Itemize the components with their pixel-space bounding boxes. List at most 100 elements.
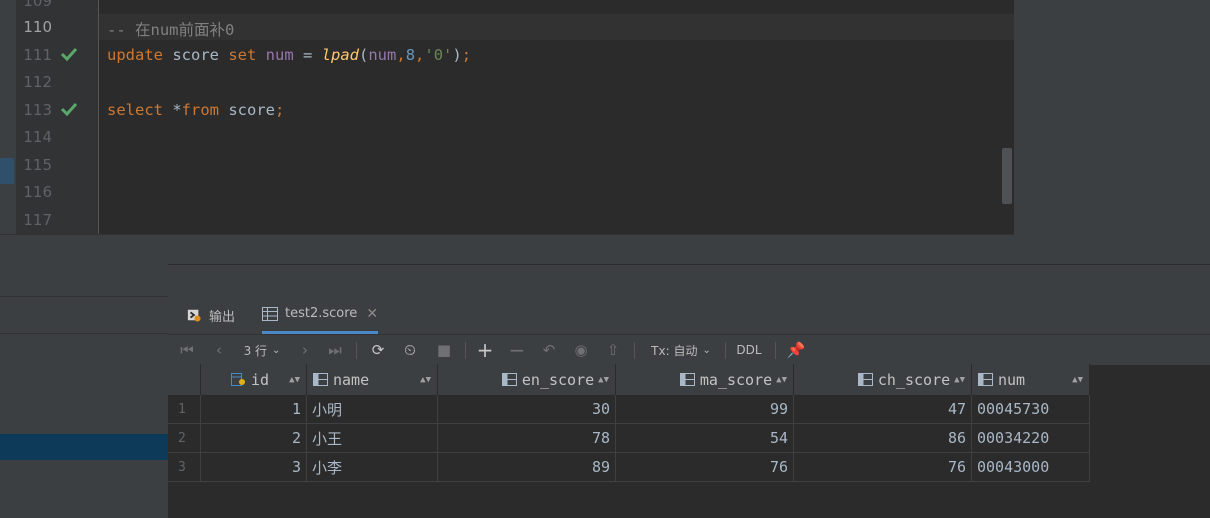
separator: [356, 342, 357, 359]
cell-num[interactable]: 00034220: [971, 423, 1090, 453]
code-line-update: update score set num = lpad(num,8,'0');: [107, 46, 472, 64]
rows-count-dropdown[interactable]: 3 行 ⌄: [238, 335, 286, 365]
line-number: 113: [23, 101, 52, 119]
row-number-header: [168, 364, 201, 395]
separator: [775, 342, 776, 359]
separator: [725, 342, 726, 359]
transaction-mode-dropdown[interactable]: Tx: 自动 ⌄: [646, 335, 716, 365]
cell-num[interactable]: 00045730: [971, 395, 1090, 424]
sql-editor[interactable]: 109 110 111 112 113 114 115 116 117 -- 在…: [0, 0, 1014, 240]
current-line-highlight: [99, 14, 1014, 40]
refresh-icon[interactable]: ⟳: [367, 335, 389, 365]
table-row[interactable]: 2 2 小王 78 54 86 00034220: [168, 423, 1090, 453]
line-number: 115: [23, 156, 52, 174]
cell-en-score[interactable]: 30: [437, 395, 616, 424]
separator: [465, 342, 466, 359]
tab-output[interactable]: 输出: [186, 296, 235, 334]
right-side-panel: [1014, 0, 1210, 264]
cell-id[interactable]: 2: [200, 423, 307, 453]
column-header-ch-score[interactable]: ch_score ▲▼: [793, 364, 972, 395]
column-label: en_score: [521, 370, 595, 389]
bottom-left-panel: [0, 264, 168, 518]
tab-test2-score[interactable]: test2.score ✕: [262, 296, 379, 334]
cell-id[interactable]: 3: [200, 452, 307, 482]
cell-en-score[interactable]: 78: [437, 423, 616, 453]
line-number: 109: [23, 0, 52, 10]
results-tabs: 输出 test2.score ✕: [168, 296, 1210, 334]
chevron-down-icon: ⌄: [702, 344, 711, 356]
line-number: 117: [23, 211, 52, 229]
sort-icon[interactable]: ▲▼: [1072, 375, 1083, 385]
submit-icon[interactable]: ⇧: [602, 335, 624, 365]
prev-page-icon[interactable]: ‹: [208, 335, 230, 365]
column-header-num[interactable]: num ▲▼: [971, 364, 1090, 395]
column-label: num: [998, 370, 1026, 389]
line-number: 116: [23, 183, 52, 201]
cell-name[interactable]: 小李: [306, 452, 438, 482]
left-tool-strip: [0, 0, 16, 240]
line-gutter: 109 110 111 112 113 114 115 116 117: [16, 0, 99, 234]
header-row: id ▲▼ name ▲▼ en_score ▲▼ ma_score ▲▼ ch_sco…: [168, 364, 1090, 395]
divider: [0, 333, 168, 334]
row-number: 1: [168, 395, 201, 424]
close-icon[interactable]: ✕: [366, 306, 378, 322]
sort-icon[interactable]: ▲▼: [420, 375, 431, 385]
divider: [0, 296, 168, 297]
tab-label: test2.score: [285, 306, 358, 321]
code-line-select: select *from score;: [107, 101, 285, 119]
sort-icon[interactable]: ▲▼: [289, 375, 300, 385]
stop-icon[interactable]: ■: [433, 335, 455, 365]
cell-ma-score[interactable]: 99: [615, 395, 794, 424]
revert-icon[interactable]: ↶: [538, 335, 560, 365]
table-row[interactable]: 3 3 小李 89 76 76 00043000: [168, 452, 1090, 482]
column-header-en-score[interactable]: en_score ▲▼: [437, 364, 616, 395]
cell-ma-score[interactable]: 76: [615, 452, 794, 482]
chevron-down-icon: ⌄: [272, 344, 281, 356]
results-panel: 输出 test2.score ✕ ⏮ ‹ 3 行 ⌄ › ⏭ ⟳ ⏲ ■ + − …: [168, 296, 1210, 518]
cell-ma-score[interactable]: 54: [615, 423, 794, 453]
output-icon: [187, 309, 201, 322]
line-number: 111: [23, 46, 52, 64]
line-number: 112: [23, 73, 52, 91]
line-number: 110: [23, 18, 52, 36]
cell-ch-score[interactable]: 76: [793, 452, 972, 482]
preview-icon[interactable]: ◉: [570, 335, 592, 365]
sort-icon[interactable]: ▲▼: [598, 375, 609, 385]
table-row[interactable]: 1 1 小明 30 99 47 00045730: [168, 395, 1090, 424]
column-label: name: [333, 370, 370, 389]
tx-label: Tx: 自动: [651, 343, 698, 358]
column-header-name[interactable]: name ▲▼: [306, 364, 438, 395]
table-icon: [262, 306, 278, 321]
column-header-ma-score[interactable]: ma_score ▲▼: [615, 364, 794, 395]
column-icon: [313, 373, 328, 386]
delete-row-icon[interactable]: −: [506, 335, 528, 365]
selected-row[interactable]: [0, 434, 168, 460]
sort-icon[interactable]: ▲▼: [776, 375, 787, 385]
cell-en-score[interactable]: 89: [437, 452, 616, 482]
strip-marker: [0, 158, 14, 184]
cell-num[interactable]: 00043000: [971, 452, 1090, 482]
cell-name[interactable]: 小王: [306, 423, 438, 453]
editor-scrollbar[interactable]: [1002, 148, 1012, 204]
first-page-icon[interactable]: ⏮: [176, 335, 198, 365]
history-icon[interactable]: ⏲: [399, 335, 421, 365]
cell-id[interactable]: 1: [200, 395, 307, 424]
pin-icon[interactable]: 📌: [785, 335, 807, 365]
column-icon: [679, 373, 695, 386]
column-label: ch_score: [877, 370, 951, 389]
row-number: 3: [168, 452, 201, 482]
cell-ch-score[interactable]: 86: [793, 423, 972, 453]
line-number: 114: [23, 128, 52, 146]
rows-count-label: 3 行: [243, 343, 268, 358]
cell-name[interactable]: 小明: [306, 395, 438, 424]
last-page-icon[interactable]: ⏭: [324, 335, 346, 365]
separator: [634, 342, 635, 359]
next-page-icon[interactable]: ›: [294, 335, 316, 365]
code-area[interactable]: -- 在num前面补0 update score set num = lpad(…: [99, 0, 1014, 234]
cell-ch-score[interactable]: 47: [793, 395, 972, 424]
tab-label: 输出: [209, 309, 236, 325]
column-header-id[interactable]: id ▲▼: [200, 364, 307, 395]
sort-icon[interactable]: ▲▼: [954, 375, 965, 385]
add-row-icon[interactable]: +: [474, 335, 496, 365]
ddl-button[interactable]: DDL: [733, 335, 765, 365]
